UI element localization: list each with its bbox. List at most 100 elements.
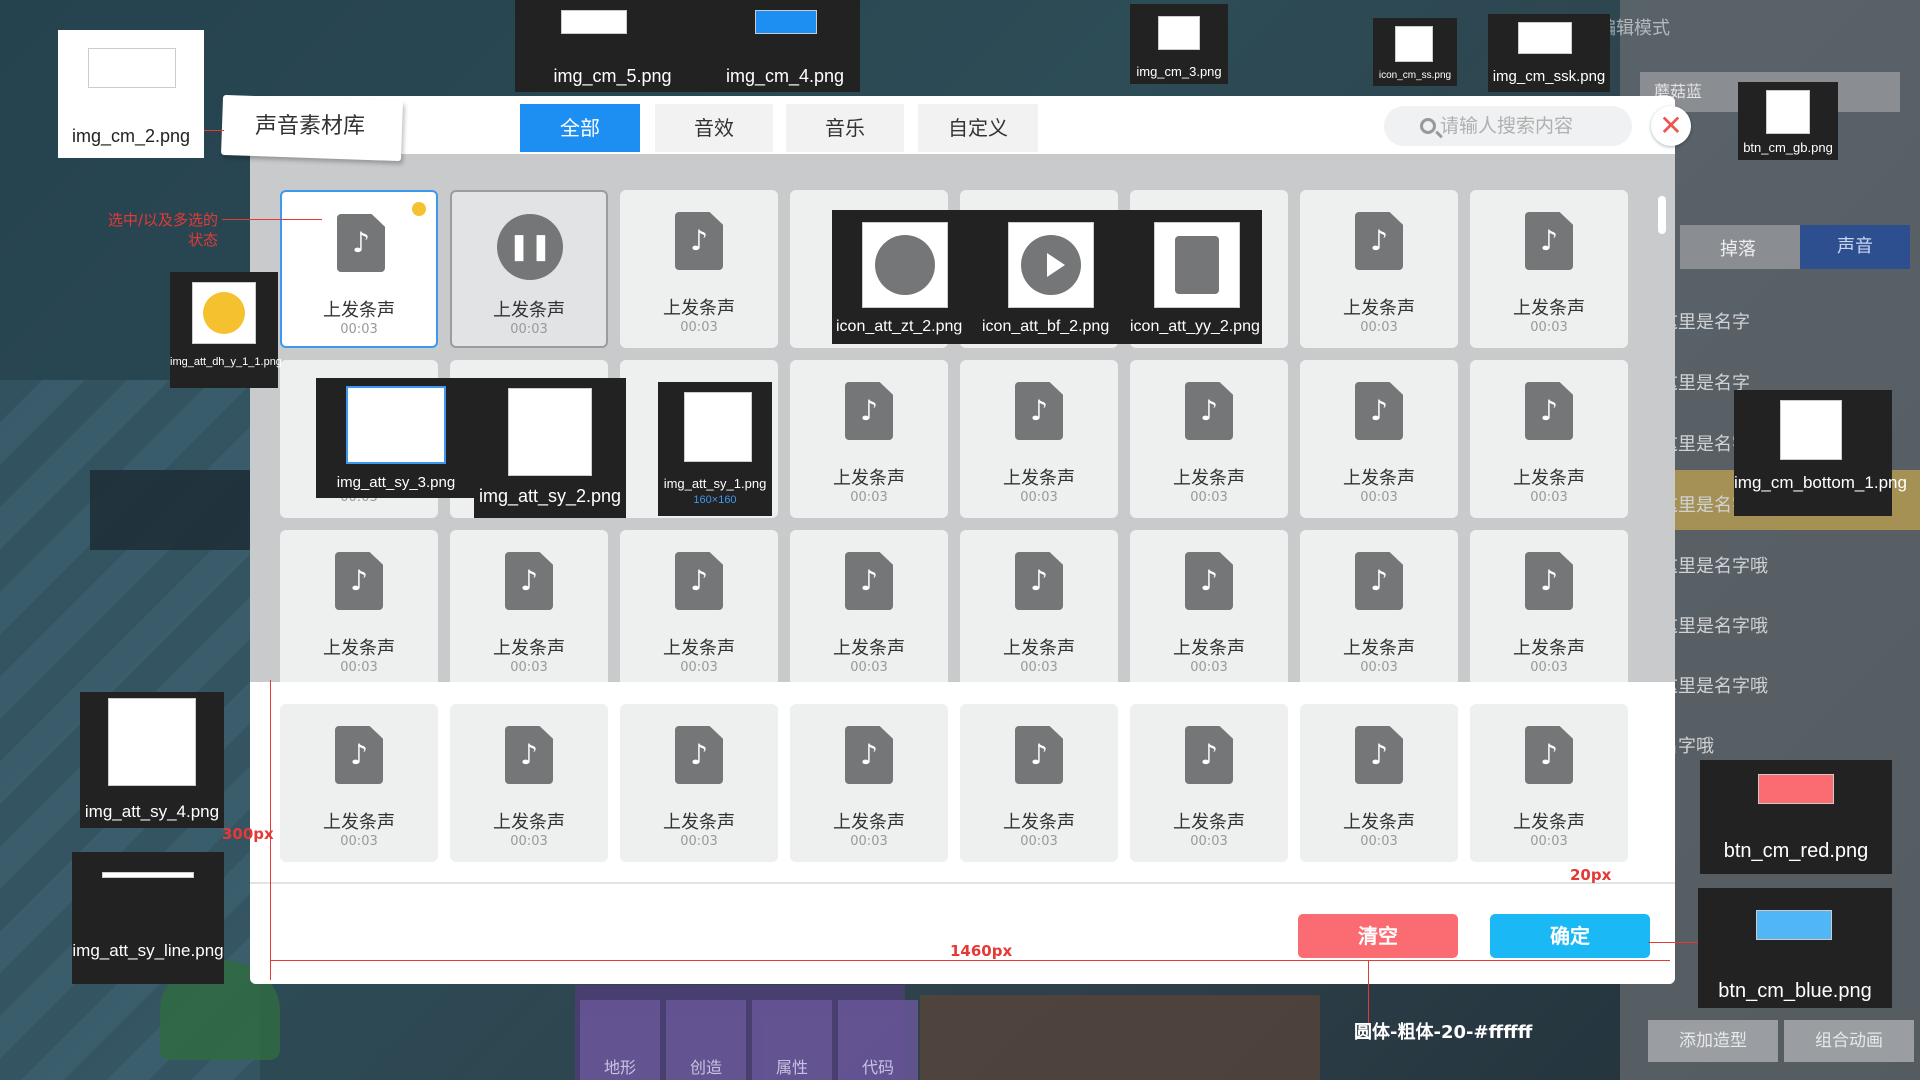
sound-card[interactable]: ♪ 上发条声00:03 [620,704,778,862]
sound-card[interactable]: ♪ 上发条声00:03 [1470,530,1628,682]
music-file-icon: ♪ [1355,382,1403,440]
anno-btn-cm-gb: btn_cm_gb.png [1738,82,1838,160]
anno-img-att-dh-y-1-1: img_att_dh_y_1_1.png [170,272,282,388]
sound-card[interactable]: ♪ 上发条声00:03 [1470,190,1628,348]
sound-name: 上发条声 [323,638,395,659]
sound-card[interactable]: ♪ 上发条声00:03 [450,704,608,862]
selected-state-note: 选中/以及多选的状态 [107,211,218,249]
sound-duration: 00:03 [1190,834,1228,849]
music-file-icon: ♪ [675,552,723,610]
pointer-line [1648,942,1698,943]
tab-music[interactable]: 音乐 [786,104,904,152]
sound-card[interactable]: ♪ 上发条声00:03 [790,530,948,682]
sound-name: 上发条声 [1003,638,1075,659]
sound-card[interactable]: ♪ 上发条声00:03 [1300,190,1458,348]
dim-20: 20px [1570,866,1612,884]
font-spec-note: 圆体-粗体-20-#ffffff [1354,1022,1533,1043]
anno-img-att-sy-line: img_att_sy_line.png [72,852,224,984]
sound-card[interactable]: ♪ 上发条声00:03 [620,190,778,348]
sound-name: 上发条声 [1513,298,1585,319]
music-file-icon: ♪ [845,726,893,784]
panel-tabs: 掉落 声音 [1680,225,1910,269]
tab-all[interactable]: 全部 [520,104,640,152]
sound-name: 上发条声 [1513,812,1585,833]
sound-duration: 00:03 [1190,660,1228,675]
anno-img-cm-5: img_cm_5.png [515,0,710,92]
clear-button[interactable]: 清空 [1298,914,1458,958]
sound-card[interactable]: ♪ 上发条声00:03 [1300,704,1458,862]
sound-duration: 00:03 [1360,834,1398,849]
sound-duration: 00:03 [680,834,718,849]
scrollbar[interactable] [1658,196,1666,234]
sound-duration: 00:03 [1190,490,1228,505]
sound-duration: 00:03 [850,834,888,849]
sound-card[interactable]: ♪ 上发条声00:03 [1130,704,1288,862]
panel-tab-sound[interactable]: 声音 [1800,225,1910,269]
bottom-divider [250,882,1675,884]
music-file-icon: ♪ [675,726,723,784]
flower-bed [920,995,1320,1080]
modal-title: 声音素材库 [255,114,366,139]
panel-row[interactable]: 这里是名字 [1660,308,1910,348]
sound-card[interactable]: ♪ 上发条声00:03 [1470,704,1628,862]
sound-card[interactable]: ♪ 上发条声00:03 [450,530,608,682]
toolbar-code[interactable]: 代码 [838,1000,918,1080]
search-input[interactable]: 请输人搜索内容 [1384,106,1632,146]
search-icon [1420,118,1436,134]
sound-duration: 00:03 [340,322,378,337]
sound-card[interactable]: ♪ 上发条声00:03 [280,190,438,348]
sound-name: 上发条声 [493,638,565,659]
sound-card[interactable]: ♪ 上发条声00:03 [790,360,948,518]
sound-card[interactable]: ♪ 上发条声00:03 [960,704,1118,862]
tab-sound-effects[interactable]: 音效 [655,104,773,152]
panel-row[interactable]: 这里是名字哦 [1660,672,1910,712]
sound-name: 上发条声 [1003,812,1075,833]
pause-icon [875,235,935,295]
sound-card[interactable]: ❚❚ 上发条声 00:03 [450,190,608,348]
toolbar-terrain[interactable]: 地形 [580,1000,660,1080]
sound-name: 上发条声 [1343,468,1415,489]
panel-row[interactable]: 这里是名字哦 [1660,612,1910,652]
sound-card[interactable]: ♪ 上发条声00:03 [960,530,1118,682]
close-button[interactable]: ✕ [1651,106,1691,146]
sound-name: 上发条声 [663,298,735,319]
sound-card[interactable]: ♪ 上发条声00:03 [1470,360,1628,518]
confirm-button[interactable]: 确定 [1490,914,1650,958]
sound-name: 上发条声 [1003,468,1075,489]
railing [90,470,250,550]
sound-duration: 00:03 [510,834,548,849]
panel-row[interactable]: 这里是名字哦 [1660,552,1910,592]
sound-duration: 00:03 [680,320,718,335]
toolbar-create[interactable]: 创造 [666,1000,746,1080]
sound-card[interactable]: ♪ 上发条声00:03 [1300,360,1458,518]
sound-name: 上发条声 [493,812,565,833]
dim-1460: 1460px [950,942,1013,960]
music-file-icon: ♪ [1355,212,1403,270]
sound-duration: 00:03 [850,490,888,505]
add-shape-button[interactable]: 添加造型 [1648,1020,1778,1062]
sound-duration: 00:03 [1360,660,1398,675]
anno-img-cm-3: img_cm_3.png [1130,4,1228,84]
sound-card[interactable]: ♪ 上发条声00:03 [280,530,438,682]
panel-tab-drop[interactable]: 掉落 [1720,235,1756,261]
sound-card[interactable]: ♪ 上发条声00:03 [790,704,948,862]
pointer-line [1368,960,1369,1026]
sound-duration: 00:03 [340,660,378,675]
sound-name: 上发条声 [1343,638,1415,659]
sound-card[interactable]: ♪ 上发条声00:03 [1300,530,1458,682]
music-file-icon: ♪ [505,726,553,784]
music-file-icon: ♪ [1185,726,1233,784]
sound-card[interactable]: ♪ 上发条声00:03 [960,360,1118,518]
sound-card[interactable]: ♪ 上发条声00:03 [1130,530,1288,682]
sound-card[interactable]: ♪ 上发条声00:03 [620,530,778,682]
toolbar-attribute[interactable]: 属性 [752,1000,832,1080]
sound-name: 上发条声 [833,812,905,833]
anno-img-cm-2: img_cm_2.png [58,30,204,158]
sound-card[interactable]: ♪ 上发条声00:03 [280,704,438,862]
sound-name: 上发条声 [663,638,735,659]
sound-card[interactable]: ♪ 上发条声00:03 [1130,360,1288,518]
combine-animation-button[interactable]: 组合动画 [1784,1020,1914,1062]
sound-duration: 00:03 [1530,834,1568,849]
anno-img-cm-ssk: img_cm_ssk.png [1488,14,1610,92]
tab-custom[interactable]: 自定义 [918,104,1038,152]
